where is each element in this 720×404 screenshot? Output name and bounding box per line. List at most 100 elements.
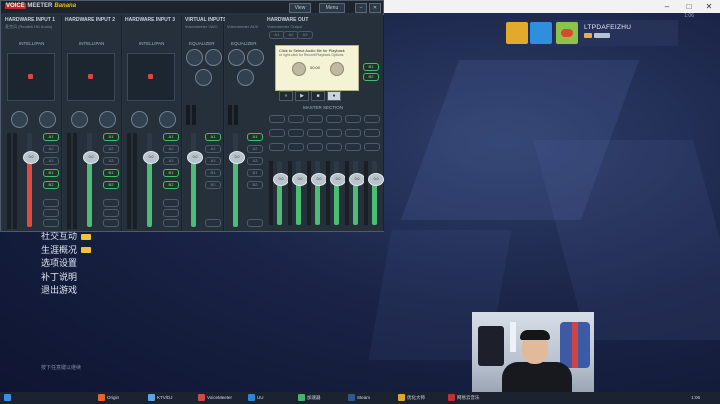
gain-fader-handle[interactable]: 0.0	[23, 151, 39, 164]
taskbar-app-icon[interactable]	[198, 394, 205, 401]
bus-button-b2[interactable]: B2	[43, 181, 59, 189]
close-icon[interactable]: ✕	[369, 3, 381, 13]
windows-start-icon[interactable]	[4, 394, 11, 401]
bus-button-a3[interactable]: A3	[247, 157, 263, 165]
master-mode-button[interactable]	[288, 115, 304, 123]
bus-button-b2[interactable]: B2	[103, 181, 119, 189]
gain-fader-handle[interactable]: 0.0	[143, 151, 159, 164]
play-button[interactable]: ▶	[295, 91, 309, 101]
taskbar-app-label[interactable]: Origin	[107, 394, 119, 402]
mono-button[interactable]	[103, 199, 119, 207]
taskbar-app-label[interactable]: 网易云音乐	[457, 394, 480, 402]
intellipan-pad[interactable]	[67, 53, 115, 101]
taskbar-app-label[interactable]: Steam	[357, 394, 370, 402]
master-eq-button[interactable]	[345, 129, 361, 137]
mute-button[interactable]	[247, 219, 263, 227]
bus-button-a3[interactable]: A3	[103, 157, 119, 165]
menu-item-patch-notes[interactable]: 补丁说明	[41, 272, 91, 286]
master-mono-button[interactable]	[288, 143, 304, 151]
friends-icon[interactable]	[530, 22, 552, 44]
bus-button-a3[interactable]: A3	[205, 157, 221, 165]
menu-item-social[interactable]: 社交互动	[41, 231, 92, 245]
bus-button-b1[interactable]: B1	[163, 169, 179, 177]
intellipan-pad[interactable]	[7, 53, 55, 101]
master-mono-button[interactable]	[307, 143, 323, 151]
minimize-icon[interactable]: –	[660, 1, 674, 12]
master-eq-button[interactable]	[364, 129, 380, 137]
taskbar-app-label[interactable]: VoiceMeeter	[207, 394, 232, 402]
record-button[interactable]: ●	[327, 91, 341, 101]
mute-button[interactable]	[103, 219, 119, 227]
menu-item-quit[interactable]: 退出游戏	[41, 285, 91, 299]
gain-fader-handle[interactable]: 0.0	[83, 151, 99, 164]
master-fader-handle[interactable]: 0.0	[311, 173, 327, 186]
taskbar-app-label[interactable]: KTV/DJ	[157, 394, 173, 402]
audibility-knob[interactable]	[71, 111, 88, 128]
master-mode-button[interactable]	[307, 115, 323, 123]
master-mono-button[interactable]	[326, 143, 342, 151]
mute-button[interactable]	[205, 219, 221, 227]
master-fader-handle[interactable]: 0.0	[368, 173, 384, 186]
master-eq-button[interactable]	[307, 129, 323, 137]
close-icon[interactable]: ✕	[702, 1, 716, 12]
bus-button-b1[interactable]: B1	[247, 169, 263, 177]
master-mode-button[interactable]	[326, 115, 342, 123]
strip-device[interactable]: Voicemeeter VAIO	[185, 24, 218, 29]
maximize-icon[interactable]: □	[682, 1, 696, 12]
taskbar-app-icon[interactable]	[348, 394, 355, 401]
eq-mid-knob[interactable]	[247, 49, 264, 66]
bus-button-a2[interactable]: A2	[205, 145, 221, 153]
out-select-b1[interactable]: B1	[363, 63, 379, 71]
bus-button-b2[interactable]: B2	[205, 181, 221, 189]
out-select-b2[interactable]: B2	[363, 73, 379, 81]
menu-button[interactable]: Menu	[319, 3, 345, 13]
eq-mid-knob[interactable]	[205, 49, 222, 66]
taskbar-app-label[interactable]: UU	[257, 394, 264, 402]
taskbar-app-icon[interactable]	[448, 394, 455, 401]
taskbar-app-label[interactable]: 加速器	[307, 394, 321, 402]
mono-button[interactable]	[43, 199, 59, 207]
minimize-icon[interactable]: –	[355, 3, 367, 13]
strip-device[interactable]: Voicemeeter AUX	[227, 24, 258, 29]
gain-fader-handle[interactable]: 0.0	[229, 151, 245, 164]
master-mode-button[interactable]	[345, 115, 361, 123]
taskbar-app-icon[interactable]	[148, 394, 155, 401]
taskbar-app-icon[interactable]	[248, 394, 255, 401]
eq-bass-knob[interactable]	[237, 69, 254, 86]
master-mono-button[interactable]	[345, 143, 361, 151]
bus-button-b1[interactable]: B1	[205, 169, 221, 177]
gain-fader-handle[interactable]: 0.0	[187, 151, 203, 164]
bus-button-a1[interactable]: A1	[163, 133, 179, 141]
bus-button-a1[interactable]: A1	[205, 133, 221, 141]
taskbar-app-icon[interactable]	[298, 394, 305, 401]
bus-button-a1[interactable]: A1	[43, 133, 59, 141]
master-mono-button[interactable]	[364, 143, 380, 151]
master-eq-button[interactable]	[326, 129, 342, 137]
audibility-knob[interactable]	[131, 111, 148, 128]
audibility-knob[interactable]	[11, 111, 28, 128]
out-select-a3[interactable]: A3	[297, 31, 313, 39]
bus-button-b1[interactable]: B1	[103, 169, 119, 177]
strip-device[interactable]: 麦克风 (Realtek HD Audio)	[5, 24, 52, 30]
master-mode-button[interactable]	[364, 115, 380, 123]
bus-button-b2[interactable]: B2	[163, 181, 179, 189]
comp-knob[interactable]	[99, 111, 116, 128]
solo-button[interactable]	[103, 209, 119, 217]
profile-card[interactable]: LTPDAFEIZHU	[554, 20, 678, 46]
bus-button-a2[interactable]: A2	[103, 145, 119, 153]
taskbar-app-icon[interactable]	[98, 394, 105, 401]
bus-button-a1[interactable]: A1	[103, 133, 119, 141]
master-mode-button[interactable]	[269, 115, 285, 123]
eq-treble-knob[interactable]	[186, 49, 203, 66]
notifications-icon[interactable]	[506, 22, 528, 44]
bus-button-b1[interactable]: B1	[43, 169, 59, 177]
bus-button-a2[interactable]: A2	[43, 145, 59, 153]
mute-button[interactable]	[43, 219, 59, 227]
comp-knob[interactable]	[159, 111, 176, 128]
view-button[interactable]: View	[289, 3, 311, 13]
solo-button[interactable]	[43, 209, 59, 217]
bus-button-a2[interactable]: A2	[247, 145, 263, 153]
master-fader-handle[interactable]: 0.0	[330, 173, 346, 186]
bus-button-a3[interactable]: A3	[163, 157, 179, 165]
solo-button[interactable]	[163, 209, 179, 217]
